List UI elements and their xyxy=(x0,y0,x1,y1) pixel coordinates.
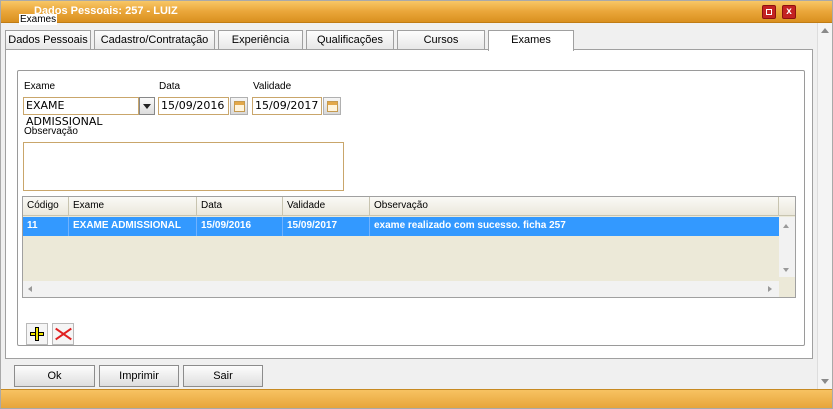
remove-exame-button[interactable] xyxy=(52,323,74,345)
scroll-left-icon[interactable] xyxy=(28,286,32,292)
validade-field[interactable]: 15/09/2017 xyxy=(252,97,322,115)
add-exame-button[interactable] xyxy=(26,323,48,345)
calendar-icon xyxy=(327,101,338,112)
cell-exame: EXAME ADMISSIONAL xyxy=(69,217,197,236)
column-header-observacao[interactable]: Observação xyxy=(370,197,779,216)
observacao-textarea[interactable] xyxy=(23,142,344,191)
data-calendar-button[interactable] xyxy=(230,97,248,115)
scroll-right-icon[interactable] xyxy=(768,286,772,292)
grid-horizontal-scrollbar[interactable] xyxy=(23,281,779,297)
imprimir-button[interactable]: Imprimir xyxy=(99,365,179,387)
exame-dropdown-button[interactable] xyxy=(139,97,155,115)
close-icon: x xyxy=(786,6,792,17)
table-row[interactable]: 11 EXAME ADMISSIONAL 15/09/2016 15/09/20… xyxy=(23,217,779,236)
cell-observacao: exame realizado com sucesso. ficha 257 xyxy=(374,220,566,231)
cell-codigo: 11 xyxy=(23,217,69,236)
status-bar xyxy=(1,389,832,408)
validade-label: Validade xyxy=(253,81,292,92)
window-scrollbar[interactable] xyxy=(817,23,832,389)
cell-data: 15/09/2016 xyxy=(197,217,283,236)
data-field[interactable]: 15/09/2016 xyxy=(158,97,229,115)
grid-header: Código Exame Data Validade Observação xyxy=(23,197,795,216)
grid-vertical-scrollbar[interactable] xyxy=(779,217,795,277)
tab-exames[interactable]: Exames xyxy=(488,30,574,51)
column-header-exame[interactable]: Exame xyxy=(69,197,197,216)
tab-cadastro-contratacao[interactable]: Cadastro/Contratação xyxy=(94,30,215,50)
sair-button[interactable]: Sair xyxy=(183,365,263,387)
grid-scroll-corner xyxy=(779,281,795,297)
title-bar[interactable]: Dados Pessoais: 257 - LUIZ x xyxy=(1,1,832,23)
ok-button[interactable]: Ok xyxy=(14,365,95,387)
tab-experiencia[interactable]: Experiência xyxy=(218,30,303,50)
close-button[interactable]: x xyxy=(782,5,796,19)
exames-grid: Código Exame Data Validade Observação 11… xyxy=(22,196,796,298)
scroll-up-icon[interactable] xyxy=(783,224,789,228)
tab-cursos[interactable]: Cursos xyxy=(397,30,485,50)
exames-group-legend: Exames xyxy=(19,14,58,25)
exame-label: Exame xyxy=(24,81,56,92)
column-header-validade[interactable]: Validade xyxy=(283,197,370,216)
scroll-up-icon[interactable] xyxy=(821,28,829,33)
observacao-label: Observação xyxy=(24,126,78,137)
validade-calendar-button[interactable] xyxy=(323,97,341,115)
data-label: Data xyxy=(159,81,181,92)
calendar-icon xyxy=(234,101,245,112)
scroll-down-icon[interactable] xyxy=(783,268,789,272)
tab-dados-pessoais[interactable]: Dados Pessoais xyxy=(5,30,91,50)
maximize-button[interactable] xyxy=(762,5,776,19)
maximize-icon xyxy=(766,9,772,15)
scroll-down-icon[interactable] xyxy=(821,379,829,384)
column-header-data[interactable]: Data xyxy=(197,197,283,216)
column-header-codigo[interactable]: Código xyxy=(23,197,69,216)
dialog-window: Dados Pessoais: 257 - LUIZ x Dados Pesso… xyxy=(0,0,833,409)
cell-validade: 15/09/2017 xyxy=(283,217,370,236)
tab-qualificacoes[interactable]: Qualificações xyxy=(306,30,394,50)
exame-select[interactable]: EXAME ADMISSIONAL xyxy=(23,97,139,128)
chevron-down-icon xyxy=(143,104,151,109)
